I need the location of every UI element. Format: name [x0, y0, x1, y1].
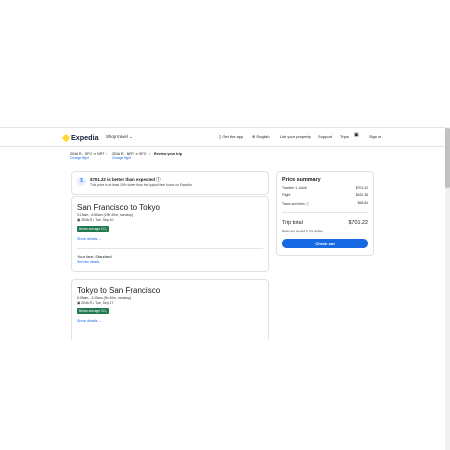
chevron-down-icon: ⌄ [98, 237, 102, 241]
show-details-button[interactable]: Show details ⌄ [77, 319, 101, 323]
price-tag-icon: $ [77, 177, 86, 186]
breadcrumb-current: Review your trip [154, 152, 182, 156]
trip-total-value: $701.22 [348, 220, 369, 226]
trip-total-row: Trip total $701.22 [282, 220, 368, 226]
taxes-value: $68.84 [357, 201, 368, 205]
price-summary-card: Price summary Traveler 1: Adult $701.22 … [276, 171, 374, 256]
price-summary-title: Price summary [282, 177, 321, 183]
support-link[interactable]: Support [318, 134, 332, 139]
flight-times: 6:05am - 3:15am (9h 40m, nonstop) [77, 296, 132, 300]
info-icon[interactable]: ⓘ [305, 202, 309, 206]
show-details-label: Show details [77, 237, 98, 241]
shop-travel-label: Shop travel [106, 134, 128, 139]
co2-badge: Below average CO₂ [77, 226, 109, 232]
logo-text: Expedia [71, 133, 99, 142]
blank-area [0, 0, 450, 127]
travelers-value: $701.22 [355, 186, 368, 190]
sign-in-link[interactable]: Sign in [369, 134, 381, 139]
chevron-right-icon: › [149, 151, 151, 156]
better-than-expected-banner: $ $701.22 is better than expected ⓘ This… [71, 171, 269, 195]
currency-note: Rates are quoted in US dollars [282, 229, 323, 233]
banner-subtitle: This price is at least 18% lower than th… [90, 183, 192, 187]
check-out-button[interactable]: Check out [282, 239, 368, 248]
change-flight-link[interactable]: Change flight [112, 156, 146, 160]
get-app-link[interactable]: ▯ Get the app [219, 134, 243, 139]
flight-title: Tokyo to San Francisco [77, 286, 161, 295]
expedia-logo-icon [61, 133, 71, 142]
flight-carrier-text: ZINA R • Tue, Sep 10 [81, 218, 114, 222]
chat-icon[interactable]: ▣ [354, 132, 359, 138]
flight-times: 3:15am - 6:55am (19h 40m, nonstop) [77, 213, 133, 217]
change-flight-link[interactable]: Change flight [70, 156, 105, 160]
taxes-label: Taxes and fees [282, 202, 305, 206]
scrollbar-thumb[interactable] [445, 128, 450, 188]
divider [282, 212, 368, 213]
travelers-label: Traveler 1: Adult [282, 186, 307, 190]
flight-title: San Francisco to Tokyo [77, 203, 161, 212]
flight-carrier-text: ZINA R • Tue, Sep 17 [81, 301, 114, 305]
flight-price-row: Flight $632.38 [282, 193, 368, 197]
breadcrumb-step-1: ZINA R - SFO ➜ NRT Change flight [70, 152, 105, 160]
see-fare-details-link[interactable]: See fare details [77, 260, 99, 264]
language-label: English [256, 134, 270, 139]
chevron-right-icon: › [106, 151, 108, 156]
show-details-button[interactable]: Show details ⌄ [77, 237, 101, 241]
show-details-label: Show details [77, 319, 98, 323]
chevron-down-icon: ⌄ [98, 319, 102, 323]
trip-total-label: Trip total [282, 220, 303, 226]
flight-card-return: Tokyo to San Francisco 6:05am - 3:15am (… [71, 279, 269, 340]
language-link[interactable]: ⊕ English [252, 134, 270, 139]
banner-title-text: $701.22 is better than expected [90, 177, 155, 182]
flight-card-outbound: San Francisco to Tokyo 3:15am - 6:55am (… [71, 196, 269, 272]
flight-carrier: ▣ ZINA R • Tue, Sep 10 [77, 218, 113, 222]
site-header: Expedia Shop travel ⌄ ▯ Get the app ⊕ En… [0, 127, 445, 147]
flight-price-value: $632.38 [355, 193, 368, 197]
breadcrumb-step-2: ZINA R - NRT ➜ SFO Change flight [112, 152, 146, 160]
chevron-down-icon: ⌄ [128, 134, 133, 139]
flight-price-label: Flight [282, 193, 291, 197]
fare-type: Your fare: Standard [77, 254, 112, 259]
get-app-label: Get the app [222, 134, 244, 139]
divider [77, 248, 263, 249]
flight-carrier: ▣ ZINA R • Tue, Sep 17 [77, 301, 113, 305]
list-property-link[interactable]: List your property [280, 134, 311, 139]
shop-travel-menu[interactable]: Shop travel ⌄ [106, 134, 133, 140]
expedia-logo[interactable]: Expedia [61, 133, 99, 142]
info-icon[interactable]: ⓘ [156, 177, 160, 182]
taxes-label-wrap: Taxes and fees ⓘ [282, 201, 309, 206]
taxes-row: Taxes and fees ⓘ $68.84 [282, 201, 368, 206]
co2-badge: Below average CO₂ [77, 308, 109, 314]
trips-link[interactable]: Trips [340, 134, 349, 139]
travelers-row: Traveler 1: Adult $701.22 [282, 186, 368, 190]
